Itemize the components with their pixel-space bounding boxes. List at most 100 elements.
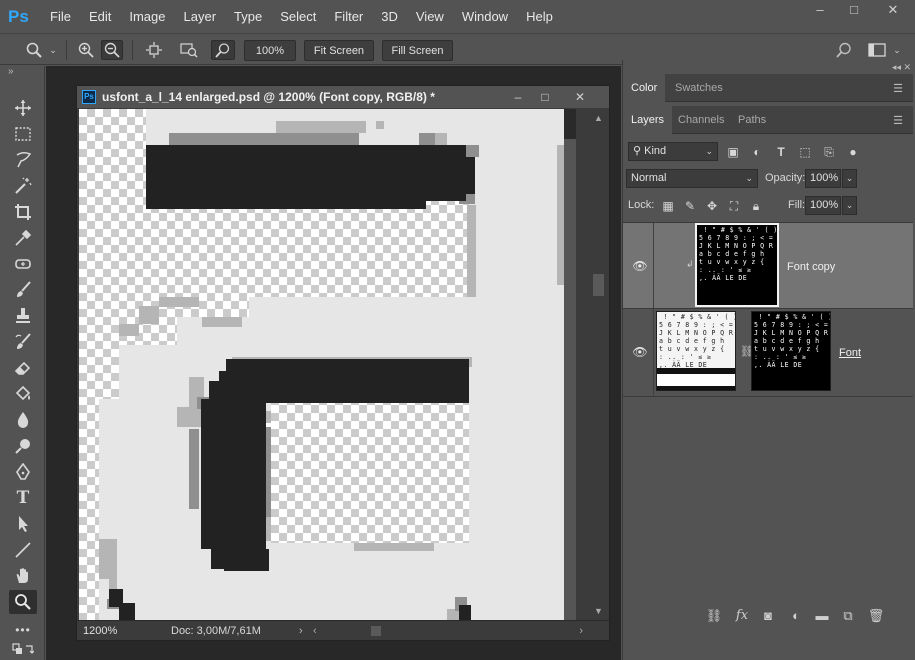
menu-3d[interactable]: 3D (381, 9, 398, 24)
panel-menu-icon[interactable]: ☰ (893, 114, 903, 127)
history-brush-icon[interactable] (9, 330, 37, 354)
pixel-filter-icon[interactable]: ▣ (724, 143, 742, 161)
menu-select[interactable]: Select (280, 9, 316, 24)
lock-position-icon[interactable]: ✥ (704, 198, 720, 214)
filter-toggle-icon[interactable]: ● (844, 143, 862, 161)
zoom-tool-preset-icon[interactable] (22, 40, 46, 60)
new-layer-icon[interactable]: ⧉ (839, 607, 857, 625)
pen-icon[interactable] (9, 460, 37, 484)
layer-mask-thumbnail[interactable]: ! " # $ % & ' ( ) 5 6 7 8 9 : ; < = J K … (751, 311, 831, 391)
zoom-percent-button[interactable]: 100% (244, 40, 296, 61)
doc-minimize-button[interactable]: – (507, 88, 529, 106)
new-group-icon[interactable]: ▬ (813, 607, 831, 625)
blend-mode-select[interactable]: Normal ⌄ (626, 169, 758, 188)
tab-channels[interactable]: Channels (670, 106, 732, 134)
adjustment-filter-icon[interactable]: ◐ (748, 143, 766, 161)
paint-bucket-icon[interactable] (9, 382, 37, 406)
scroll-left-icon[interactable]: ‹ (313, 623, 317, 639)
fill-field[interactable]: 100% (805, 196, 841, 215)
more-icon[interactable]: ••• (9, 618, 37, 642)
type-icon[interactable]: T (9, 486, 37, 510)
move-icon[interactable] (9, 96, 37, 120)
chevron-right-icon[interactable]: › (299, 623, 303, 639)
canvas[interactable] (79, 109, 576, 620)
eraser-icon[interactable] (9, 356, 37, 380)
layer-row-font-copy[interactable]: 👁︎ ↲ ! " # $ % & ' ( ) 5 6 7 8 9 : ; < =… (623, 223, 913, 309)
brush-icon[interactable] (9, 278, 37, 302)
trash-icon[interactable]: 🗑︎ (867, 607, 885, 625)
lasso-icon[interactable] (9, 148, 37, 172)
doc-maximize-button[interactable]: □ (534, 88, 556, 106)
tab-paths[interactable]: Paths (730, 106, 774, 134)
shape-filter-icon[interactable]: ⬚ (796, 143, 814, 161)
clone-stamp-icon[interactable] (9, 304, 37, 328)
zoom-out-icon[interactable] (101, 40, 123, 60)
path-select-icon[interactable] (9, 512, 37, 536)
menu-edit[interactable]: Edit (89, 9, 111, 24)
rect-marquee-icon[interactable] (9, 122, 37, 146)
scrubby-zoom-icon[interactable] (211, 40, 235, 60)
vertical-scrollbar[interactable]: ▲ ▼ (590, 109, 607, 620)
vertical-scroll-thumb[interactable] (593, 274, 604, 296)
blur-icon[interactable] (9, 408, 37, 432)
menu-window[interactable]: Window (462, 9, 508, 24)
menu-image[interactable]: Image (129, 9, 165, 24)
minimize-button[interactable]: – (803, 0, 837, 20)
chevron-down-icon[interactable]: ⌄ (842, 169, 857, 188)
line-icon[interactable] (9, 538, 37, 562)
layer-thumbnail[interactable]: ! " # $ % & ' ( ) 5 6 7 8 9 : ; < = J K … (656, 311, 736, 391)
maximize-button[interactable]: □ (837, 0, 871, 20)
lock-transparent-icon[interactable]: ▦ (660, 198, 676, 214)
hand-icon[interactable] (9, 564, 37, 588)
horizontal-scroll-thumb[interactable] (371, 626, 381, 636)
menu-file[interactable]: File (50, 9, 71, 24)
magic-wand-icon[interactable] (9, 174, 37, 198)
menu-filter[interactable]: Filter (334, 9, 363, 24)
close-button[interactable]: ✕ (871, 0, 915, 20)
fx-icon[interactable]: fx (733, 607, 751, 625)
filter-kind-select[interactable]: ⚲ Kind ⌄ (628, 142, 718, 161)
zoom-icon[interactable] (9, 590, 37, 614)
eye-icon[interactable]: 👁︎ (631, 259, 649, 273)
dodge-icon[interactable] (9, 434, 37, 458)
search-icon[interactable] (834, 40, 854, 60)
menu-help[interactable]: Help (526, 9, 553, 24)
zoom-all-windows-icon[interactable] (178, 40, 200, 60)
menu-layer[interactable]: Layer (184, 9, 217, 24)
smart-object-filter-icon[interactable]: ⎘ (820, 143, 838, 161)
swap-colors-icon[interactable] (9, 640, 37, 660)
layer-name[interactable]: Font copy (787, 261, 835, 273)
fill-screen-button[interactable]: Fill Screen (382, 40, 453, 61)
zoom-level-field[interactable]: 1200% (83, 623, 131, 639)
tab-swatches[interactable]: Swatches (667, 74, 731, 102)
add-mask-icon[interactable]: ◙ (759, 607, 777, 625)
document-title-bar[interactable]: Ps usfont_a_l_14 enlarged.psd @ 1200% (F… (77, 86, 609, 108)
layer-name[interactable]: Font (839, 347, 861, 359)
fit-screen-button[interactable]: Fit Screen (304, 40, 374, 61)
tab-color[interactable]: Color (623, 74, 666, 102)
collapse-panels-icon[interactable]: ◂◂ ✕ (892, 62, 911, 73)
tab-layers[interactable]: Layers (623, 106, 673, 134)
crop-icon[interactable] (9, 200, 37, 224)
panel-menu-icon[interactable]: ☰ (893, 82, 903, 95)
healing-brush-icon[interactable] (9, 252, 37, 276)
menu-view[interactable]: View (416, 9, 444, 24)
menu-type[interactable]: Type (234, 9, 262, 24)
lock-artboard-icon[interactable]: ⛶ (726, 198, 742, 214)
chevron-down-icon[interactable]: ⌄ (842, 196, 857, 215)
doc-close-button[interactable]: ✕ (569, 88, 591, 106)
collapse-toolbar-icon[interactable]: » (8, 66, 14, 77)
workspace-icon[interactable] (866, 40, 888, 60)
scroll-down-icon[interactable]: ▼ (590, 606, 607, 616)
lock-all-icon[interactable]: 🔒︎ (748, 198, 764, 214)
scroll-right-icon[interactable]: › (579, 623, 583, 639)
eye-icon[interactable]: 👁︎ (631, 345, 649, 359)
adjustment-layer-icon[interactable]: ◐ (787, 607, 805, 625)
horizontal-scrollbar[interactable]: ‹ › (313, 623, 583, 639)
resize-windows-icon[interactable] (143, 40, 165, 60)
zoom-in-icon[interactable] (76, 40, 96, 60)
layer-thumbnail[interactable]: ! " # $ % & ' ( ) 5 6 7 8 9 : ; < = J K … (695, 223, 779, 307)
eyedropper-icon[interactable] (9, 226, 37, 250)
link-layers-icon[interactable]: ⛓︎ (705, 607, 723, 625)
scroll-up-icon[interactable]: ▲ (590, 113, 607, 123)
